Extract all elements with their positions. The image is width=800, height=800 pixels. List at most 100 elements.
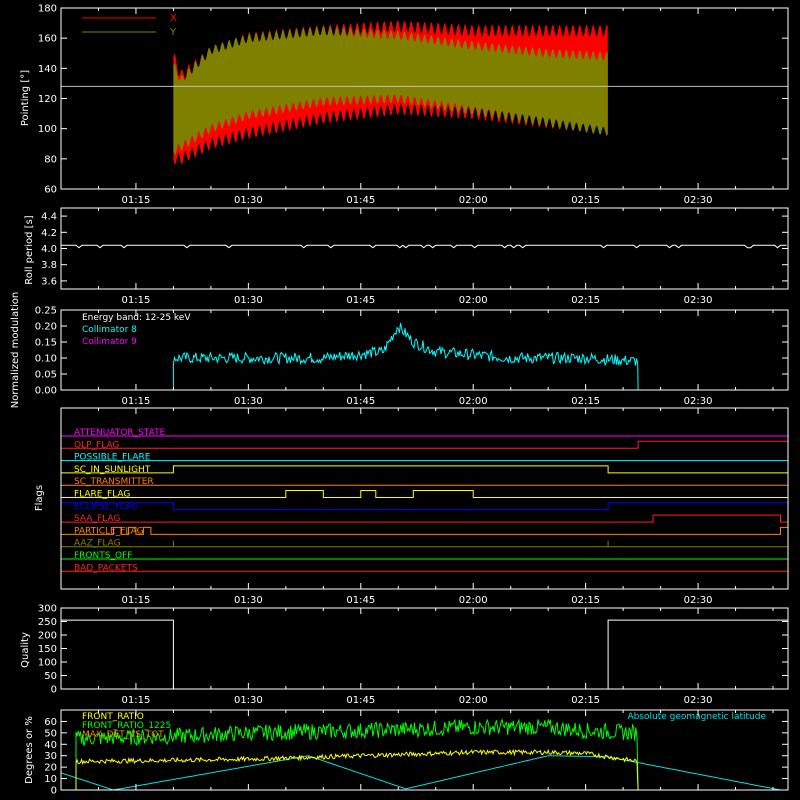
flag-label: ECLIPSE_FLAG bbox=[74, 502, 138, 512]
y-tick-label: 180 bbox=[38, 4, 57, 15]
y-tick-label: 60 bbox=[44, 717, 57, 728]
legend-collimator-9: Collimator 9 bbox=[82, 337, 137, 347]
x-tick-label: 02:30 bbox=[684, 695, 713, 706]
y-tick-label: 300 bbox=[38, 604, 57, 615]
pointing-ylabel: Pointing [°] bbox=[20, 70, 31, 126]
quality-panel: 050100150200250300 01:15 01:30 01:45 02:00 0… bbox=[20, 604, 789, 706]
energy-band-annotation: Energy band: 12-25 keV bbox=[82, 313, 191, 323]
flag-label: SC_IN_SUNLIGHT bbox=[74, 465, 151, 475]
y-tick-label: 100 bbox=[38, 124, 57, 135]
x-tick-label: 02:15 bbox=[571, 295, 600, 306]
x-tick-label: 01:30 bbox=[234, 595, 263, 606]
modulation-ylabel: Normalized modulation bbox=[10, 292, 21, 409]
x-tick-label: 02:00 bbox=[459, 396, 488, 407]
flags-frame bbox=[60, 407, 789, 590]
modulation-x-ticks: 01:15 01:30 01:45 02:00 02:15 02:30 bbox=[97, 310, 774, 407]
x-tick-label: 01:15 bbox=[122, 695, 151, 706]
roll-period-series bbox=[61, 244, 787, 249]
flag-label: ATTENUATOR_STATE bbox=[74, 428, 166, 438]
y-tick-label: 0.00 bbox=[35, 386, 57, 397]
x-tick-label: 01:30 bbox=[234, 396, 263, 407]
x-tick-label: 01:30 bbox=[234, 695, 263, 706]
y-tick-label: 0 bbox=[51, 685, 57, 696]
roll-period-frame bbox=[60, 207, 789, 290]
x-tick-label: 01:15 bbox=[122, 195, 151, 206]
legend-y-label: Y bbox=[169, 27, 177, 38]
y-tick-label: 10 bbox=[44, 774, 57, 785]
flag-label: POSSIBLE_FLARE bbox=[74, 453, 151, 463]
x-tick-label: 02:15 bbox=[571, 396, 600, 407]
quality-series bbox=[61, 619, 788, 689]
y-tick-label: 0.05 bbox=[35, 370, 57, 381]
ratio-ylabel: Degrees or % bbox=[24, 716, 35, 784]
y-tick-label: 30 bbox=[44, 751, 57, 762]
legend-x-label: X bbox=[170, 13, 177, 24]
y-tick-label: 3.6 bbox=[41, 276, 57, 287]
y-tick-label: 4.0 bbox=[41, 244, 57, 255]
y-tick-label: 200 bbox=[38, 631, 57, 642]
x-tick-label: 02:00 bbox=[459, 195, 488, 206]
quicklook-figure: 60 80 100 120 140 160 180 01:15 01:30 01:45 02:00… bbox=[0, 0, 800, 800]
y-tick-label: 50 bbox=[44, 728, 57, 739]
y-tick-label: 40 bbox=[44, 740, 57, 751]
flag-trace bbox=[61, 526, 788, 535]
roll-period-panel: 3.6 3.8 4.0 4.2 4.4 01:15 01:30 01:45 02:00 02:1… bbox=[24, 207, 789, 306]
y-tick-label: 0.15 bbox=[35, 338, 57, 349]
x-tick-label: 01:45 bbox=[346, 396, 375, 407]
roll-period-ylabel: Roll period [s] bbox=[24, 215, 35, 284]
y-tick-label: 20 bbox=[44, 763, 57, 774]
flag-label: PARTICLE_FLAG bbox=[74, 526, 144, 536]
ratio-x-ticks bbox=[97, 710, 774, 790]
x-tick-label: 01:15 bbox=[122, 396, 151, 407]
x-tick-label: 02:15 bbox=[571, 195, 600, 206]
x-tick-label: 02:30 bbox=[684, 595, 713, 606]
y-tick-label: 80 bbox=[44, 154, 57, 165]
y-tick-label: 0.10 bbox=[35, 354, 57, 365]
y-tick-label: 100 bbox=[38, 658, 57, 669]
flags-x-ticks: 01:15 01:30 01:45 02:00 02:15 02:30 bbox=[97, 408, 774, 606]
x-tick-label: 01:45 bbox=[346, 195, 375, 206]
pointing-panel: 60 80 100 120 140 160 180 01:15 01:30 01:45 02:00… bbox=[20, 4, 789, 206]
flag-traces: ATTENUATOR_STATE QLP_FLAG POSSIBLE_FLARE SC… bbox=[61, 428, 788, 573]
y-tick-label: 60 bbox=[44, 185, 57, 196]
flag-trace bbox=[61, 502, 788, 511]
roll-y-ticks: 3.6 3.8 4.0 4.2 4.4 bbox=[41, 212, 788, 287]
flags-panel: ATTENUATOR_STATE QLP_FLAG POSSIBLE_FLARE SC… bbox=[34, 407, 789, 606]
x-tick-label: 02:30 bbox=[684, 396, 713, 407]
y-tick-label: 4.2 bbox=[41, 228, 57, 239]
y-tick-label: 0.20 bbox=[35, 322, 57, 333]
x-tick-label: 02:15 bbox=[571, 695, 600, 706]
x-tick-label: 01:45 bbox=[346, 595, 375, 606]
roll-x-ticks: 01:15 01:30 01:45 02:00 02:15 02:30 bbox=[97, 208, 774, 306]
x-tick-label: 02:00 bbox=[459, 695, 488, 706]
legend-collimator-8: Collimator 8 bbox=[82, 325, 137, 335]
flag-label: BAD_PACKETS bbox=[74, 563, 138, 573]
y-tick-label: 160 bbox=[38, 34, 57, 45]
x-tick-label: 01:15 bbox=[122, 595, 151, 606]
quality-x-ticks: 01:15 01:30 01:45 02:00 02:15 02:30 bbox=[97, 608, 774, 706]
legend-geomagnetic-latitude: Absolute geomagnetic latitude bbox=[627, 712, 766, 722]
y-tick-label: 120 bbox=[38, 94, 57, 105]
y-tick-label: 0 bbox=[51, 786, 57, 797]
quality-y-ticks: 0 50 100 150 200 250 300 bbox=[38, 604, 788, 696]
flag-trace bbox=[61, 540, 788, 548]
x-tick-label: 02:30 bbox=[684, 195, 713, 206]
flags-ylabel: Flags bbox=[34, 485, 45, 511]
y-tick-label: 0.25 bbox=[35, 306, 57, 317]
flag-label: FLARE_FLAG bbox=[74, 490, 130, 500]
flag-trace bbox=[61, 440, 788, 449]
flag-trace bbox=[61, 514, 788, 523]
y-tick-label: 140 bbox=[38, 64, 57, 75]
x-tick-label: 01:30 bbox=[234, 195, 263, 206]
y-tick-label: 4.4 bbox=[41, 212, 57, 223]
flag-label: FRONTS_OFF bbox=[74, 551, 132, 561]
legend-max-det-vs-tot: MAX_DET_VS_TOT bbox=[82, 730, 164, 740]
flag-label: SAA_FLAG bbox=[74, 514, 120, 524]
x-tick-label: 02:15 bbox=[571, 595, 600, 606]
x-tick-label: 01:45 bbox=[346, 695, 375, 706]
y-tick-label: 3.8 bbox=[41, 260, 57, 271]
x-tick-label: 02:30 bbox=[684, 295, 713, 306]
collimator-8-series bbox=[172, 322, 639, 390]
modulation-panel: 0.00 0.05 0.10 0.15 0.20 0.25 01:15 01:30 01:45… bbox=[10, 292, 789, 409]
flag-label: AAZ_FLAG bbox=[74, 539, 121, 549]
